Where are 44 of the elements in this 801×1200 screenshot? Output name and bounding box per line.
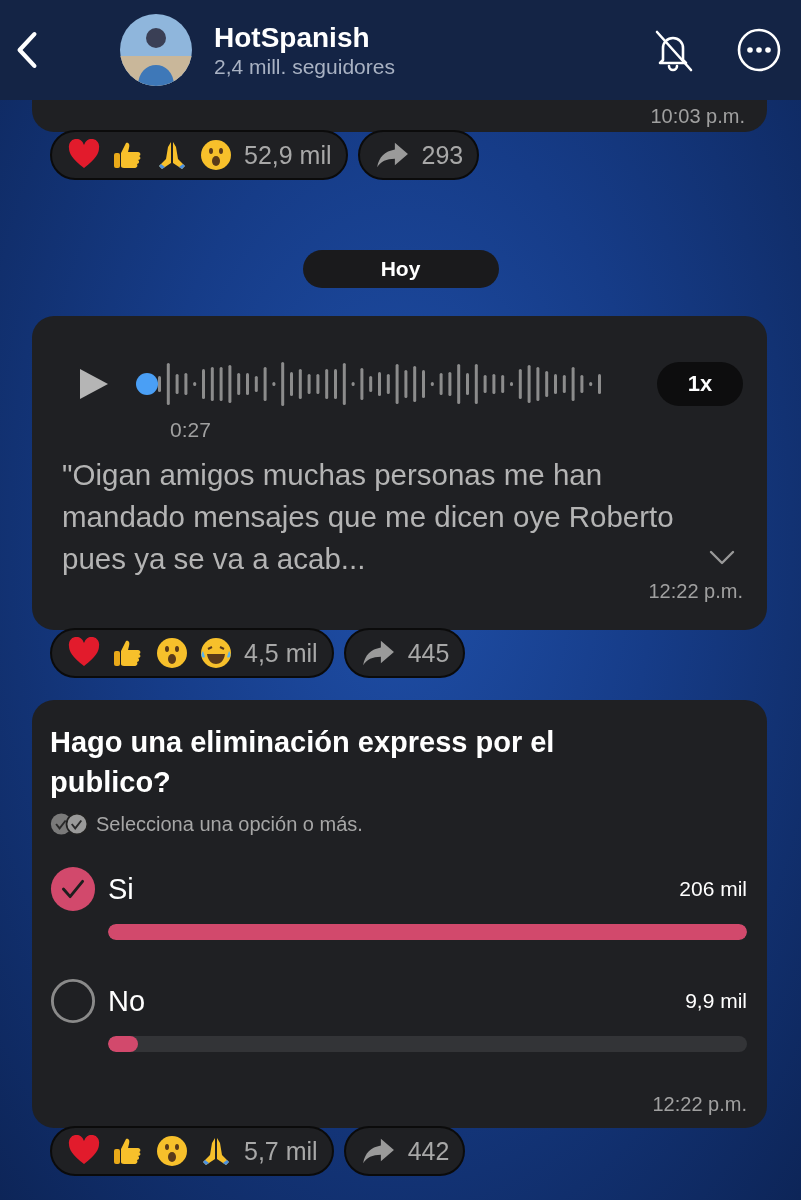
play-icon[interactable]	[78, 367, 110, 401]
share-count: 293	[421, 140, 464, 170]
reactions-pill[interactable]: 52,9 mil	[50, 130, 348, 180]
channel-name: HotSpanish	[214, 21, 371, 55]
message-time: 12:22 p.m.	[652, 1093, 747, 1116]
poll-hint: Selecciona una opción o más.	[96, 812, 363, 836]
vote-count: 206 mil	[679, 877, 747, 901]
share-arrow-icon	[361, 639, 396, 667]
back-icon[interactable]	[16, 31, 38, 69]
reactions-pill[interactable]: 5,7 mil	[50, 1126, 334, 1176]
transcript-text: "Oigan amigos muchas personas me han mandado mensajes que me dicen oye Roberto pues ya se va a acab...	[62, 457, 675, 577]
empty-circle-icon[interactable]	[50, 978, 96, 1024]
share-arrow-icon	[375, 141, 410, 169]
laughing-emoji-icon	[200, 637, 232, 669]
reactions-pill[interactable]: 4,5 mil	[50, 628, 334, 678]
surprised-emoji-icon	[200, 139, 232, 171]
vote-count: 9,9 mil	[685, 989, 747, 1013]
poll-option-label: No	[108, 984, 146, 1018]
heart-icon	[68, 1135, 100, 1167]
surprised-emoji-icon	[156, 1135, 188, 1167]
share-pill[interactable]: 442	[343, 1126, 466, 1176]
expand-chevron-icon[interactable]	[709, 550, 735, 566]
message-time: 12:22 p.m.	[648, 580, 743, 603]
double-check-icon	[50, 812, 90, 836]
message-time: 10:03 p.m.	[650, 105, 745, 128]
share-count: 442	[407, 1136, 450, 1166]
playback-speed-button[interactable]: 1x	[657, 362, 743, 406]
share-count: 445	[407, 638, 450, 668]
share-arrow-icon	[361, 1137, 396, 1165]
reaction-count: 5,7 mil	[244, 1136, 318, 1166]
audio-duration: 0:27	[170, 418, 212, 442]
heart-icon	[68, 637, 100, 669]
checked-circle-icon[interactable]	[50, 866, 96, 912]
more-icon[interactable]	[735, 26, 783, 74]
share-pill[interactable]: 293	[357, 130, 480, 180]
surprised-emoji-icon	[156, 637, 188, 669]
poll-question: Hago una eliminación express por el publico?	[50, 725, 556, 800]
date-label: Hoy	[302, 250, 499, 288]
heart-icon	[68, 139, 100, 171]
reaction-count: 4,5 mil	[244, 638, 318, 668]
poll-option-label: Si	[108, 872, 134, 906]
follower-count: 2,4 mill. seguidores	[214, 55, 396, 79]
reaction-count: 52,9 mil	[244, 140, 332, 170]
share-pill[interactable]: 445	[343, 628, 466, 678]
